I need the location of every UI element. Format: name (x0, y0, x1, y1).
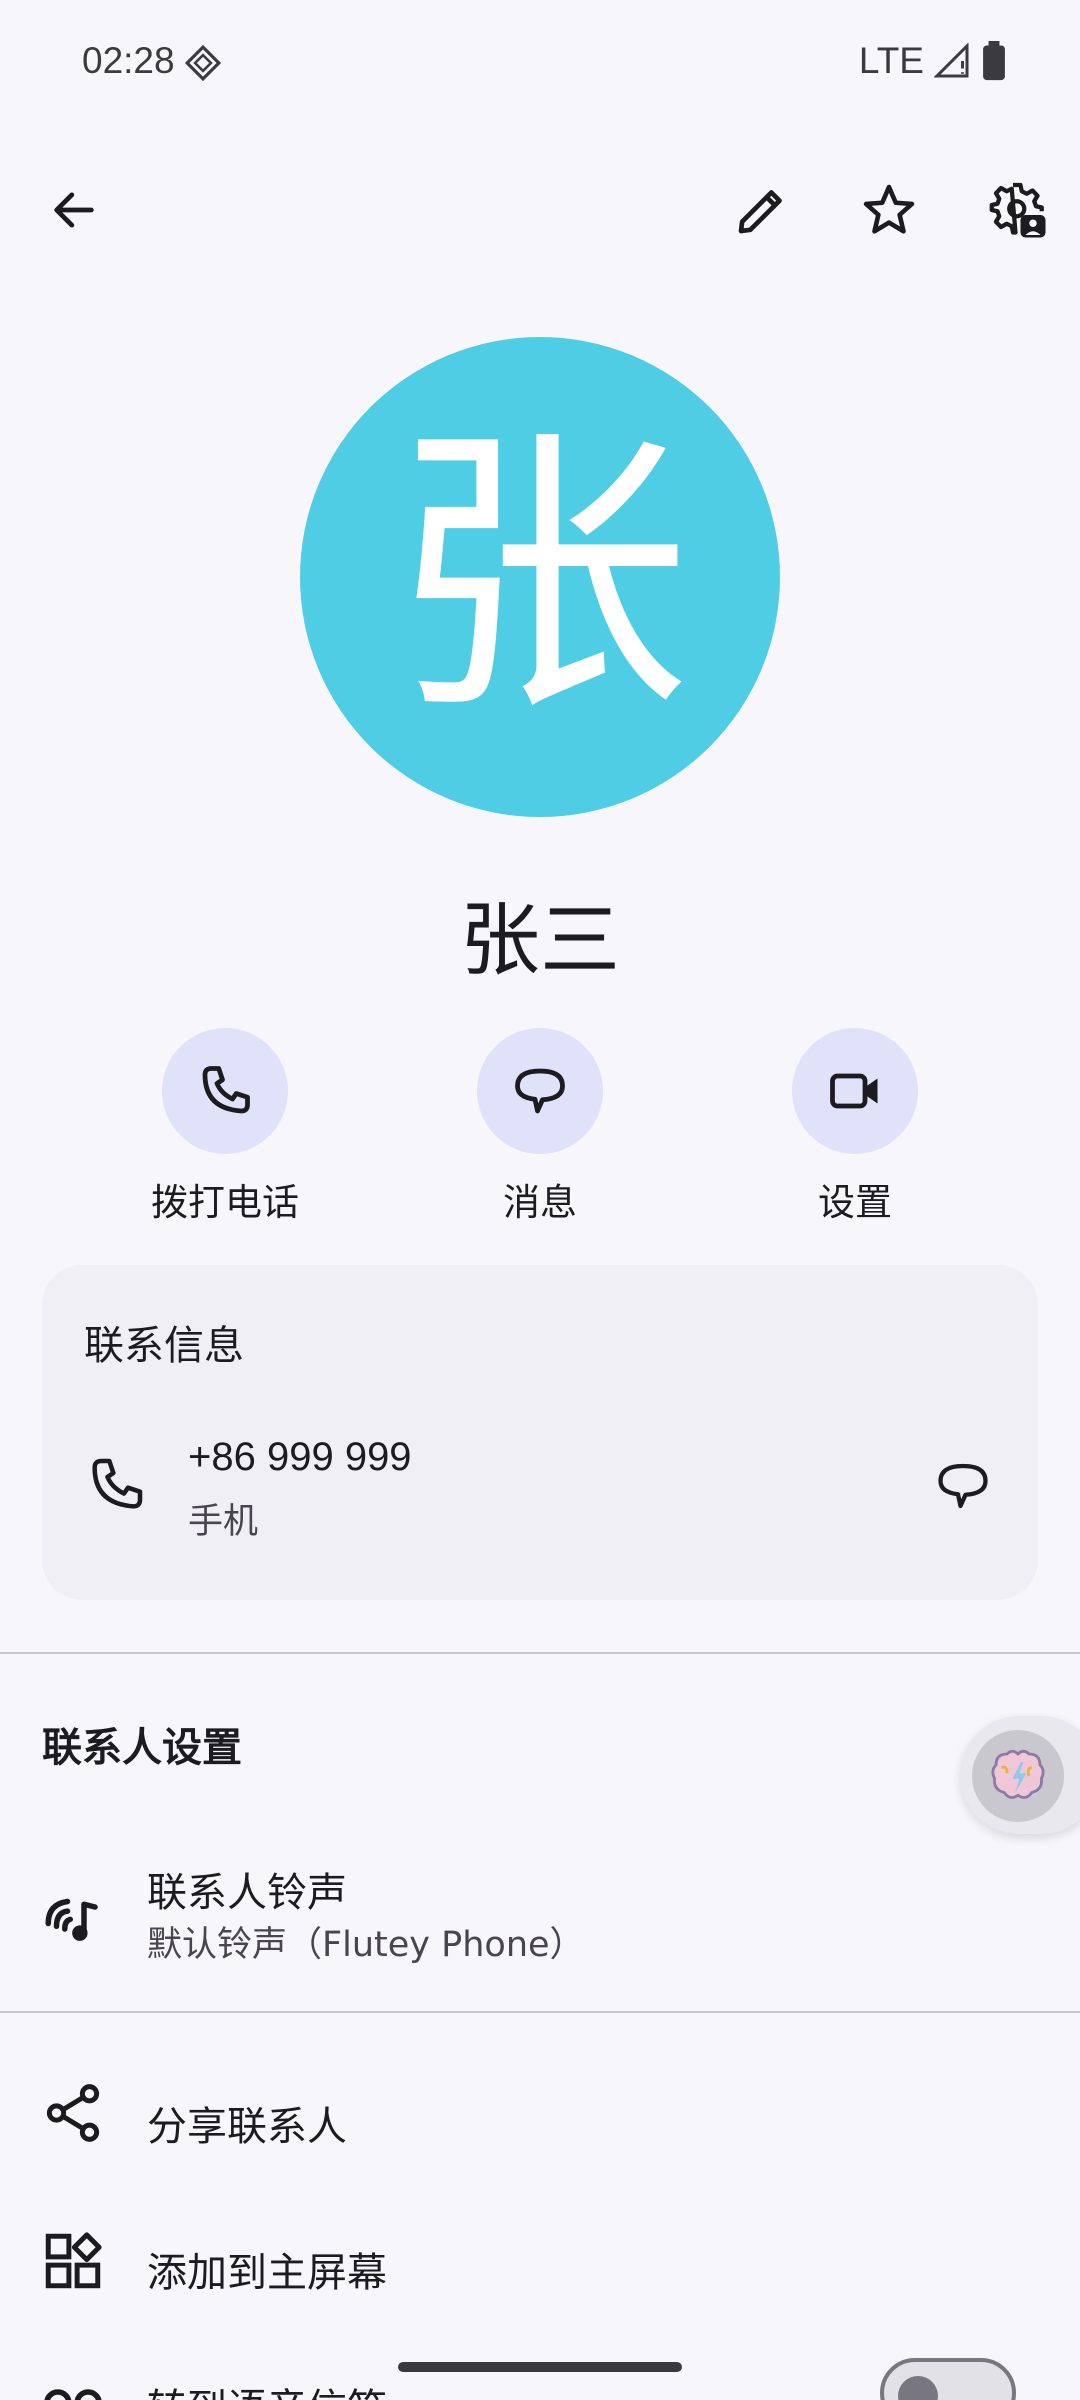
arrow-back-icon (54, 192, 94, 228)
phone-number: +86 999 999 (188, 1435, 412, 1479)
phone-type-label: 手机 (188, 1502, 259, 1542)
share-contact-label: 分享联系人 (147, 2104, 347, 2150)
back-button[interactable] (26, 162, 122, 258)
send-message-button[interactable] (918, 1441, 1008, 1531)
contact-avatar: 张 (300, 337, 780, 817)
ringtone-icon (45, 1898, 98, 1941)
widgets-icon (45, 2232, 102, 2289)
message-action[interactable]: 消息 (420, 1028, 660, 1226)
ringtone-title: 联系人铃声 (147, 1870, 347, 1916)
contact-settings-title: 联系人设置 (42, 1725, 242, 1771)
floating-assistant-button[interactable] (960, 1716, 1080, 1834)
edit-pencil-icon (738, 190, 782, 234)
section-divider (0, 2011, 1080, 2013)
video-action-circle[interactable] (792, 1028, 918, 1154)
call-action[interactable]: 拨打电话 (105, 1028, 345, 1226)
add-to-home-label: 添加到主屏幕 (147, 2250, 387, 2296)
video-icon (830, 1073, 878, 1109)
status-right: LTE (859, 40, 1008, 82)
ringtone-row[interactable]: 联系人铃声 默认铃声（Flutey Phone） (0, 1850, 1080, 2000)
contact-info-title: 联系信息 (84, 1323, 244, 1369)
ringtone-value: 默认铃声（Flutey Phone） (147, 1925, 585, 1965)
add-to-home-row[interactable]: 添加到主屏幕 (0, 2196, 1080, 2326)
message-action-circle[interactable] (477, 1028, 603, 1154)
app-notification-icon (184, 44, 222, 82)
edit-button[interactable] (714, 162, 810, 258)
message-icon (515, 1068, 565, 1114)
message-icon (938, 1463, 988, 1509)
call-action-circle[interactable] (162, 1028, 288, 1154)
voicemail-toggle[interactable] (880, 2358, 1016, 2400)
status-bar: 02:28 LTE (0, 0, 1080, 126)
share-contact-row[interactable]: 分享联系人 (0, 2050, 1080, 2180)
phone-icon (202, 1066, 250, 1114)
battery-icon (983, 41, 1005, 81)
contact-info-card: 联系信息 +86 999 999 手机 (42, 1265, 1038, 1600)
phone-icon (92, 1458, 143, 1509)
status-time: 02:28 (82, 40, 175, 81)
contact-settings-button[interactable] (970, 162, 1066, 258)
signal-icon (934, 43, 969, 78)
section-divider (0, 1652, 1080, 1654)
assistant-inner (972, 1730, 1064, 1822)
network-type-label: LTE (858, 40, 924, 81)
phone-number-row[interactable]: +86 999 999 手机 (42, 1435, 1038, 1575)
voicemail-label: 转到语音信箱 (147, 2376, 387, 2400)
contact-details-screen: 02:28 LTE 张 张三 拨打电话 消息 设置 联系信息 +86 999 9… (0, 0, 1080, 2400)
contact-name: 张三 (460, 894, 620, 987)
contact-settings-icon (989, 182, 1046, 238)
message-action-label: 消息 (503, 1181, 577, 1224)
navigation-handle[interactable] (398, 2362, 682, 2372)
share-icon (46, 2084, 100, 2142)
favorite-button[interactable] (841, 162, 937, 258)
video-settings-action[interactable]: 设置 (735, 1028, 975, 1226)
avatar-letter: 张 (390, 402, 690, 751)
video-action-label: 设置 (818, 1181, 892, 1224)
brain-icon (991, 1749, 1045, 1799)
call-action-label: 拨打电话 (151, 1181, 299, 1224)
voicemail-icon (44, 2389, 102, 2400)
star-outline-icon (863, 184, 915, 234)
toggle-knob (898, 2376, 938, 2400)
